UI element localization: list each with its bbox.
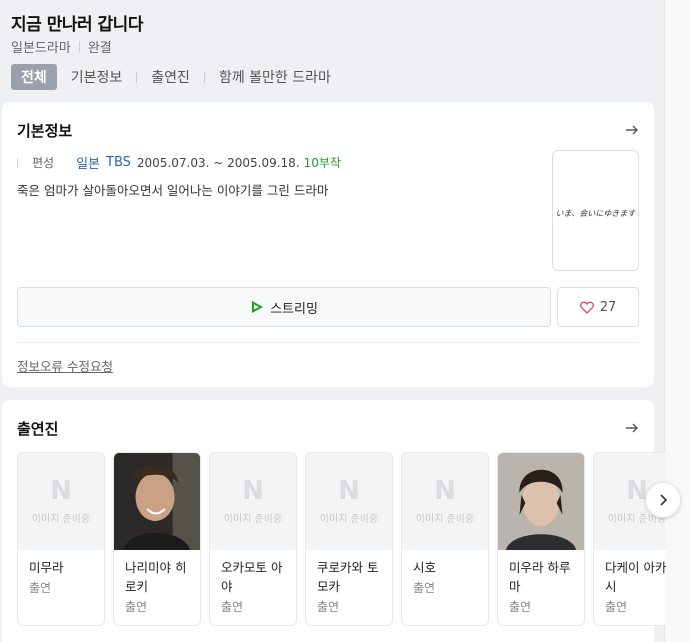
streaming-button[interactable]: 스트리밍 (17, 287, 551, 327)
country-link[interactable]: 일본 (76, 153, 100, 172)
heart-icon (579, 301, 594, 314)
placeholder-logo: N (50, 476, 72, 506)
cast-photo-placeholder: N 이미지 준비중 (402, 453, 488, 550)
cast-photo-placeholder: N 이미지 준비중 (306, 453, 392, 550)
cast-role: 출연 (125, 600, 148, 614)
placeholder-text: 이미지 준비중 (31, 514, 91, 525)
status-label: 완결 (87, 41, 112, 56)
placeholder-logo: N (242, 476, 264, 506)
page-header: 지금 만나러 갑니다 일본드라마 완결 전체 기본정보 출연진 함께 볼만한 드… (0, 0, 664, 98)
like-count: 27 (599, 299, 617, 315)
episode-count: 10부작 (303, 156, 341, 170)
drama-meta: 일본드라마 완결 (11, 37, 112, 56)
play-icon (252, 301, 264, 313)
cast-name: 쿠로카와 토모카 (317, 560, 379, 594)
cast-card-section: 출연진 N 이미지 준비중 미무라 출연 나리미야 히로키 출연 N 이미지 준… (2, 400, 666, 642)
tab-bar: 전체 기본정보 출연진 함께 볼만한 드라마 (11, 64, 331, 90)
divider (17, 157, 18, 168)
network-link[interactable]: TBS (106, 155, 131, 170)
cast-role: 출연 (413, 581, 436, 595)
cast-name: 미우라 하루마 (509, 560, 571, 594)
section-title: 출연진 (17, 420, 59, 438)
cast-role: 출연 (317, 600, 340, 614)
cast-role: 출연 (605, 600, 628, 614)
cast-photo-placeholder: N 이미지 준비중 (210, 453, 296, 550)
poster-logo: いま、会いにゆきます (555, 209, 636, 218)
cast-role: 출연 (221, 600, 244, 614)
placeholder-logo: N (338, 476, 360, 506)
cast-name: 나리미야 히로키 (125, 560, 187, 594)
placeholder-logo: N (434, 476, 456, 506)
cast-item[interactable]: N 이미지 준비중 다케이 아카시 출연 (593, 452, 666, 626)
like-button[interactable]: 27 (557, 287, 639, 327)
cast-photo-placeholder: N 이미지 준비중 (18, 453, 104, 550)
tab-related[interactable]: 함께 볼만한 드라마 (219, 64, 331, 90)
cast-name: 미무라 (29, 560, 64, 575)
cast-item[interactable]: N 이미지 준비중 시호 출연 (401, 452, 489, 626)
cast-role: 출연 (29, 581, 52, 595)
section-title: 기본정보 (17, 122, 73, 140)
broadcast-period: 2005.07.03. ~ 2005.09.18. (136, 155, 300, 170)
cast-role: 출연 (509, 600, 532, 614)
report-error-link[interactable]: 정보오류 수정요청 (17, 356, 113, 375)
cast-photo (114, 453, 200, 550)
cast-item[interactable]: 미우라 하루마 출연 (497, 452, 585, 626)
basic-info-card: 기본정보 편성 일본 TBS 2005.07.03. ~ 2005.09.18.… (2, 102, 654, 387)
genre-label: 일본드라마 (11, 41, 71, 56)
tab-cast[interactable]: 출연진 (151, 64, 190, 90)
cast-item[interactable]: N 이미지 준비중 오카모토 아야 출연 (209, 452, 297, 626)
cast-item[interactable]: 나리미야 히로키 출연 (113, 452, 201, 626)
cast-item[interactable]: N 이미지 준비중 쿠로카와 토모카 출연 (305, 452, 393, 626)
cast-photo (498, 453, 584, 550)
broadcast-info: 편성 일본 TBS 2005.07.03. ~ 2005.09.18. 10부작 (17, 153, 341, 172)
placeholder-text: 이미지 준비중 (223, 514, 283, 525)
tab-divider (203, 71, 205, 83)
poster-image[interactable]: いま、会いにゆきます (552, 150, 639, 271)
divider (78, 41, 80, 52)
cast-name: 다케이 아카시 (605, 560, 666, 594)
cast-list: N 이미지 준비중 미무라 출연 나리미야 히로키 출연 N 이미지 준비중 오… (17, 452, 666, 626)
tab-divider (136, 71, 138, 83)
tab-basic-info[interactable]: 기본정보 (71, 64, 123, 90)
carousel-next-button[interactable] (645, 482, 681, 518)
arrow-right-icon[interactable] (624, 122, 640, 138)
cast-item[interactable]: N 이미지 준비중 미무라 출연 (17, 452, 105, 626)
broadcast-label: 편성 (32, 156, 55, 170)
cast-name: 오카모토 아야 (221, 560, 283, 594)
drama-title: 지금 만나러 갑니다 (11, 15, 143, 35)
tab-all[interactable]: 전체 (11, 64, 57, 90)
divider (17, 342, 639, 343)
chevron-right-icon (660, 494, 668, 506)
placeholder-text: 이미지 준비중 (415, 514, 475, 525)
arrow-right-icon[interactable] (624, 420, 640, 436)
cast-name: 시호 (413, 560, 437, 575)
side-panel-edge (664, 0, 690, 642)
synopsis: 죽은 엄마가 살아돌아오면서 일어나는 이야기를 그린 드라마 (17, 183, 329, 198)
streaming-label: 스트리밍 (270, 301, 318, 317)
placeholder-text: 이미지 준비중 (319, 514, 379, 525)
